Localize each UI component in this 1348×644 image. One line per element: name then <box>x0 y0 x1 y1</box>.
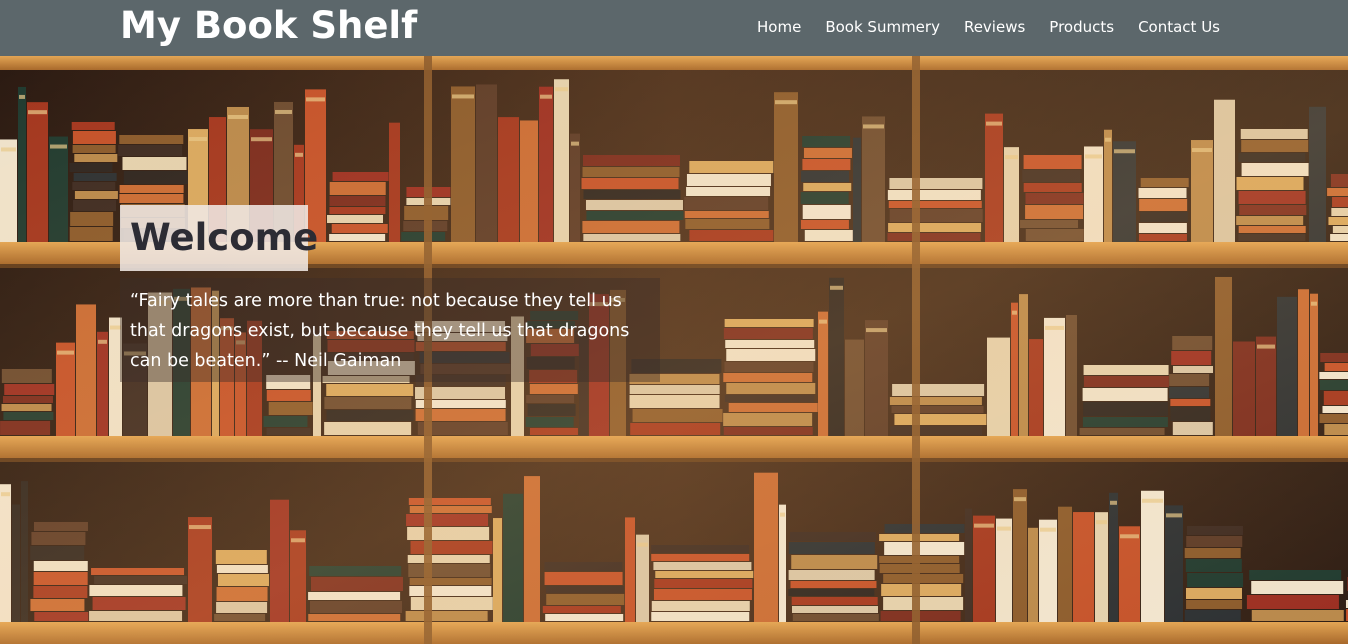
quote-box: “Fairy tales are more than true: not bec… <box>120 278 660 382</box>
main-nav: Home Book Summery Reviews Products Conta… <box>757 16 1220 38</box>
nav-reviews[interactable]: Reviews <box>964 16 1025 38</box>
top-navbar: My Book Shelf Home Book Summery Reviews … <box>0 0 1348 56</box>
welcome-heading: Welcome <box>130 216 319 259</box>
nav-home[interactable]: Home <box>757 16 801 38</box>
nav-contact-us[interactable]: Contact Us <box>1138 16 1220 38</box>
welcome-box: Welcome <box>120 205 318 271</box>
hero-section: Welcome “Fairy tales are more than true:… <box>0 56 1348 644</box>
quote-text: “Fairy tales are more than true: not bec… <box>130 291 630 371</box>
nav-book-summery[interactable]: Book Summery <box>825 16 940 38</box>
nav-products[interactable]: Products <box>1049 16 1114 38</box>
site-brand[interactable]: My Book Shelf <box>120 3 417 49</box>
